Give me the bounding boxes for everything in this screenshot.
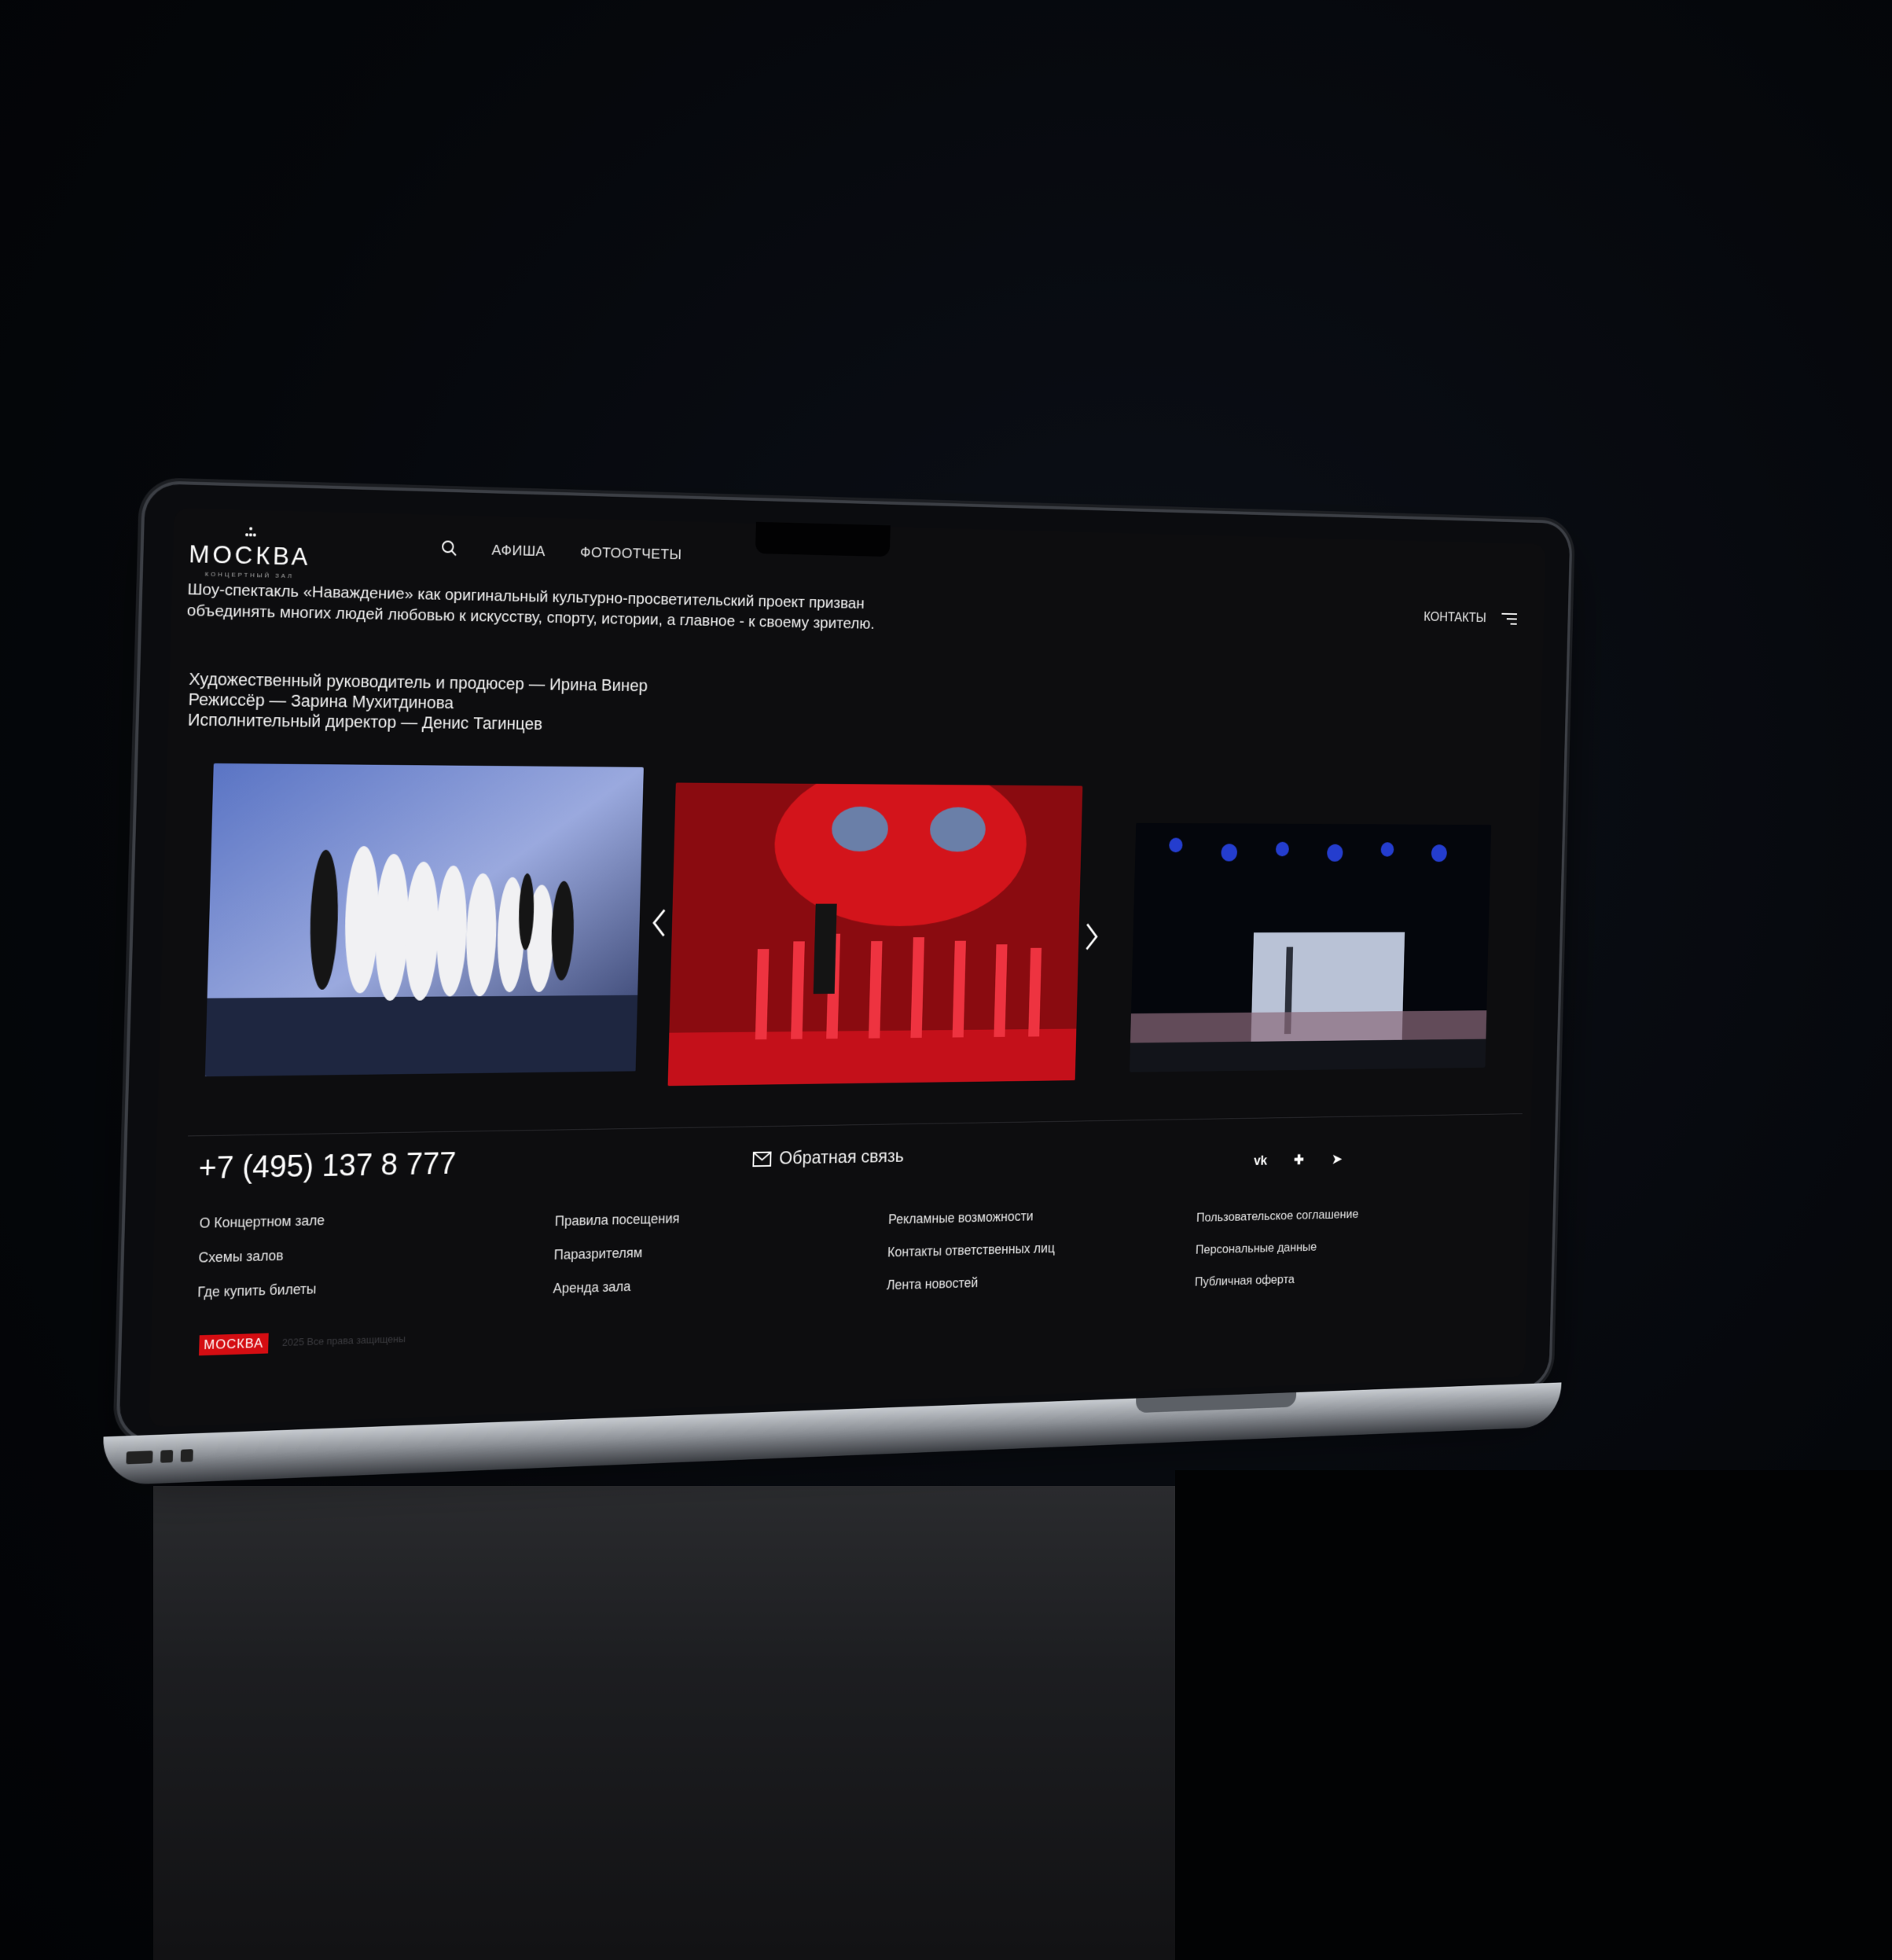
footer-link[interactable]: Публичная оферта — [1194, 1262, 1357, 1299]
footer-link[interactable]: Пользовательское соглашение — [1196, 1198, 1359, 1234]
footer-link[interactable]: Где купить билеты — [197, 1271, 324, 1309]
nav-contacts[interactable]: КОНТАКТЫ — [1424, 609, 1486, 626]
laptop-bezel: МОСКВА КОНЦЕРТНЫЙ ЗАЛ АФИША ФОТООТЧЕТЫ К… — [119, 484, 1571, 1440]
laptop-ports — [126, 1449, 193, 1465]
mail-icon — [751, 1151, 772, 1168]
footer-divider — [188, 1113, 1523, 1137]
footer-column-legal: Пользовательское соглашение Персональные… — [1194, 1198, 1359, 1299]
vk-icon[interactable]: vk — [1251, 1150, 1269, 1171]
laptop: МОСКВА КОНЦЕРТНЫЙ ЗАЛ АФИША ФОТООТЧЕТЫ К… — [101, 484, 1571, 1491]
telegram-icon[interactable]: ➤ — [1328, 1149, 1346, 1169]
footer-link[interactable]: О Концертном зале — [199, 1203, 325, 1240]
phone-number[interactable]: +7 (495) 137 8 777 — [198, 1146, 457, 1186]
desk-surface — [1175, 1470, 1892, 1960]
nav-photoreports[interactable]: ФОТООТЧЕТЫ — [580, 545, 682, 564]
footer-link[interactable]: Паразрителям — [553, 1235, 679, 1272]
pedestal — [153, 1486, 1175, 1960]
footer-link[interactable]: Аренда зала — [553, 1268, 678, 1305]
chevron-right-icon[interactable] — [1078, 918, 1104, 955]
feedback-label: Обратная связь — [778, 1145, 905, 1169]
gallery-photo-dancers-red[interactable] — [667, 782, 1083, 1087]
port — [126, 1451, 153, 1465]
port — [160, 1450, 174, 1463]
footer-brand-badge: МОСКВА — [199, 1333, 269, 1356]
photo-gallery — [158, 755, 1540, 1087]
scene: МОСКВА КОНЦЕРТНЫЙ ЗАЛ АФИША ФОТООТЧЕТЫ К… — [0, 0, 1892, 1960]
footer-link[interactable]: Схемы залов — [198, 1237, 325, 1275]
chevron-left-icon[interactable] — [646, 904, 673, 942]
footer-column-business: Рекламные возможности Контакты ответстве… — [886, 1199, 1056, 1301]
gallery-photo-stage[interactable] — [1130, 822, 1492, 1072]
show-credits: Художественный руководитель и продюсер —… — [188, 669, 648, 735]
footer-link[interactable]: Лента новостей — [886, 1264, 1054, 1302]
social-links: vk ✚ ➤ — [1251, 1149, 1346, 1171]
footer-link[interactable]: Контакты ответственных лиц — [887, 1232, 1056, 1269]
feedback-link[interactable]: Обратная связь — [751, 1146, 904, 1170]
logo-text: МОСКВА — [188, 539, 311, 571]
port — [180, 1449, 193, 1462]
nav-afisha[interactable]: АФИША — [491, 542, 546, 561]
menu-icon[interactable] — [1500, 611, 1518, 627]
logo-triangle-icon — [245, 527, 256, 537]
footer-link[interactable]: Персональные данные — [1196, 1230, 1358, 1266]
footer-link[interactable]: Правила посещения — [554, 1201, 680, 1237]
search-icon[interactable] — [439, 538, 459, 558]
footer-column-about: О Концертном зале Схемы залов Где купить… — [197, 1203, 325, 1309]
gallery-photo-dancers-white[interactable] — [204, 763, 644, 1077]
camera-notch — [755, 521, 891, 557]
dzen-icon[interactable]: ✚ — [1289, 1149, 1308, 1170]
footer-column-visitors: Правила посещения Паразрителям Аренда за… — [553, 1201, 680, 1305]
footer-link[interactable]: Рекламные возможности — [888, 1199, 1056, 1236]
copyright-text: 2025 Все права защищены — [281, 1333, 406, 1348]
website-screen: МОСКВА КОНЦЕРТНЫЙ ЗАЛ АФИША ФОТООТЧЕТЫ К… — [149, 507, 1546, 1428]
site-logo[interactable]: МОСКВА КОНЦЕРТНЫЙ ЗАЛ — [188, 524, 312, 579]
